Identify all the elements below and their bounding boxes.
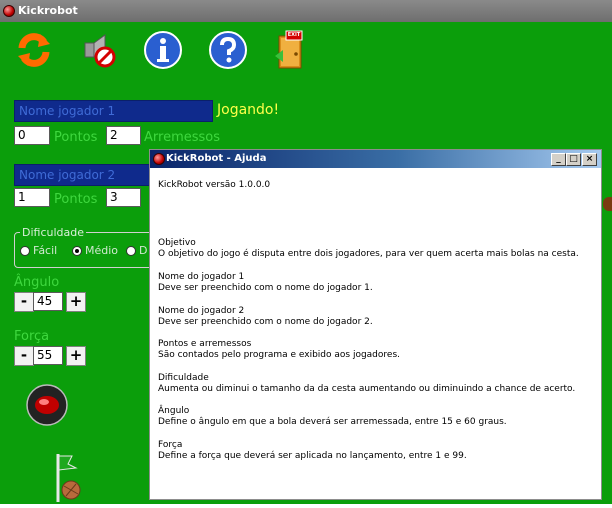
minimize-button[interactable]: _ [551,153,566,166]
refresh-icon[interactable] [14,30,54,70]
angle-label: Ângulo [14,275,60,290]
radio-button-selected[interactable] [72,246,82,256]
help-icon[interactable] [208,30,248,70]
player1-throws-label: Arremessos [144,130,221,145]
robot-kick-button[interactable] [26,384,68,426]
player2-points-label: Pontos [54,192,98,207]
mute-icon[interactable] [79,30,119,70]
info-icon[interactable] [143,30,183,70]
help-section: Dificuldade Aumenta ou diminui o tamanho… [158,373,576,394]
player2-name-input[interactable]: Nome jogador 2 [14,164,154,186]
difficulty-option-dificil[interactable]: D [126,244,147,257]
close-button[interactable]: × [582,153,597,166]
help-dialog-titlebar: KickRobot - Ajuda _ □ × [150,150,601,168]
maximize-button[interactable]: □ [566,153,581,166]
goal-flag-icon [50,452,84,504]
force-decrease-button[interactable]: - [14,346,34,366]
player2-points-field[interactable]: 1 [14,188,50,207]
help-dialog: KickRobot - Ajuda _ □ × KickRobot versão… [149,149,602,500]
player2-throws-field[interactable]: 3 [106,188,141,207]
help-section: Pontos e arremessos São contados pelo pr… [158,339,400,360]
player1-status: Jogando! [217,102,280,118]
force-value-field[interactable]: 55 [33,346,63,365]
force-increase-button[interactable]: + [66,346,86,366]
help-section: Objetivo O objetivo do jogo é disputa en… [158,238,579,259]
help-section: Ângulo Define o ângulo em que a bola dev… [158,406,507,427]
force-label: Força [14,329,50,344]
player1-name-input[interactable]: Nome jogador 1 [14,100,213,122]
angle-decrease-button[interactable]: - [14,292,34,312]
window-title: Kickrobot [18,4,78,17]
help-section: Força Define a força que deverá ser apli… [158,440,467,461]
difficulty-option-medio[interactable]: Médio [72,244,118,257]
help-section: Nome do jogador 2 Deve ser preenchido co… [158,306,373,327]
exit-icon[interactable]: EXIT [271,30,311,70]
difficulty-option-facil[interactable]: Fácil [20,244,57,257]
radio-button[interactable] [126,246,136,256]
player1-points-label: Pontos [54,130,98,145]
exit-sign: EXIT [287,32,301,38]
help-dialog-title: KickRobot - Ajuda [166,153,267,164]
window-titlebar: Kickrobot [0,0,612,22]
ball-edge-icon [603,197,612,211]
player1-throws-field[interactable]: 2 [106,126,141,145]
help-section: Nome do jogador 1 Deve ser preenchido co… [158,272,373,293]
app-icon [3,5,15,17]
radio-button[interactable] [20,246,30,256]
angle-increase-button[interactable]: + [66,292,86,312]
help-app-icon [153,153,165,165]
difficulty-title: Dificuldade [20,226,87,239]
angle-value-field[interactable]: 45 [33,292,63,311]
help-version: KickRobot versão 1.0.0.0 [158,180,271,190]
player1-points-field[interactable]: 0 [14,126,50,145]
